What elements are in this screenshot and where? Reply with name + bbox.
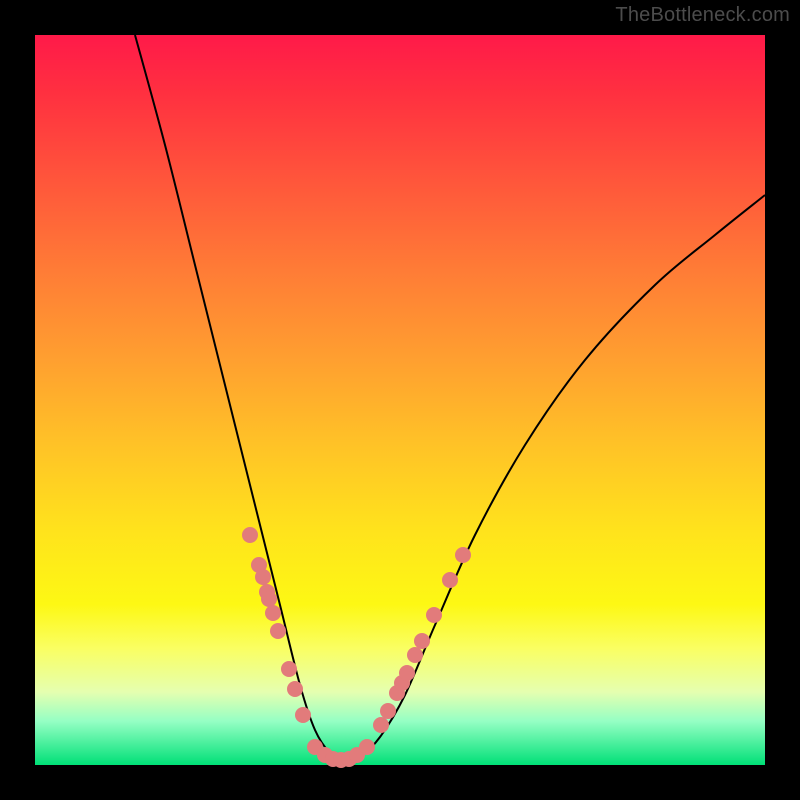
watermark-text: TheBottleneck.com [615, 4, 790, 27]
highlight-dot [265, 605, 281, 621]
highlight-dots-group [242, 527, 471, 768]
plot-area [35, 35, 765, 765]
highlight-dot [426, 607, 442, 623]
highlight-dot [261, 591, 277, 607]
bottleneck-curve [135, 35, 765, 761]
highlight-dot [442, 572, 458, 588]
highlight-dot [455, 547, 471, 563]
highlight-dot [270, 623, 286, 639]
highlight-dot [380, 703, 396, 719]
curve-svg [35, 35, 765, 765]
highlight-dot [255, 569, 271, 585]
highlight-dot [287, 681, 303, 697]
highlight-dot [281, 661, 297, 677]
highlight-dot [407, 647, 423, 663]
chart-frame: TheBottleneck.com [0, 0, 800, 800]
highlight-dot [399, 665, 415, 681]
highlight-dot [359, 739, 375, 755]
highlight-dot [414, 633, 430, 649]
highlight-dot [242, 527, 258, 543]
highlight-dot [373, 717, 389, 733]
highlight-dot [295, 707, 311, 723]
